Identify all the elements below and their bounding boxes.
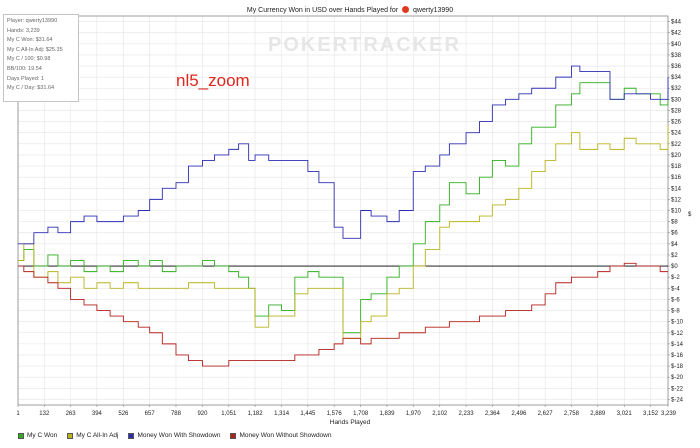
x-tick-label: 1,314: [274, 411, 290, 417]
y-tick-label: $36: [671, 64, 682, 70]
x-axis-label: Hands Played: [329, 419, 371, 426]
y-tick-label: $-22: [671, 386, 684, 392]
legend-item-won[interactable]: My C Won: [18, 432, 57, 439]
y-tick-label: $30: [671, 97, 682, 103]
y-axis-label: $: [688, 212, 692, 218]
x-tick-label: 2,233: [459, 411, 475, 417]
plot-area: $-24 $-22 $-20 $-18 $-16 $-14 $-12 $-10 $-8 $-6 $-…: [16, 15, 684, 417]
legend: My C Won My C All-In Adj Money Won With …: [18, 432, 341, 439]
y-tick-label: $-8: [671, 309, 680, 315]
y-tick-label: $-16: [671, 353, 684, 359]
y-tick-label: $-24: [671, 397, 684, 403]
y-tick-label: $-14: [671, 342, 684, 348]
stats-box: Player: qwerty13990 Hands: 3,239 My C Wo…: [3, 14, 79, 102]
x-tick-label: 2,496: [511, 411, 527, 417]
y-tick-label: $6: [671, 231, 678, 237]
x-tick-label: 1,708: [353, 411, 369, 417]
y-tick-label: $-12: [671, 331, 684, 337]
y-tick-label: $18: [671, 164, 682, 170]
x-tick-label: 920: [197, 411, 208, 417]
y-tick-label: $42: [671, 31, 682, 37]
x-tick-label: 788: [171, 411, 182, 417]
x-tick-label: 132: [39, 411, 50, 417]
stat-line: My C Won: $31.64: [7, 37, 53, 44]
legend-item-nonshowdown[interactable]: Money Won Without Showdown: [230, 432, 331, 439]
y-tick-label: $28: [671, 108, 682, 114]
stat-line: Hands: 3,239: [7, 27, 40, 34]
y-tick-label: $20: [671, 153, 682, 159]
legend-label: Money Won With Showdown: [137, 432, 221, 439]
x-tick-label: 3,239: [661, 411, 677, 417]
x-tick-label: 2,102: [432, 411, 448, 417]
y-tick-label: $32: [671, 86, 682, 92]
x-tick-label: 2,758: [564, 411, 580, 417]
x-tick-label: 1,839: [379, 411, 395, 417]
x-tick-label: 3,152: [643, 411, 659, 417]
legend-swatch: [18, 432, 24, 439]
x-tick-label: 657: [145, 411, 156, 417]
y-tick-label: $-4: [671, 286, 680, 292]
y-tick-label: $10: [671, 209, 682, 215]
y-tick-label: $4: [671, 242, 678, 248]
y-tick-label: $-20: [671, 375, 684, 381]
legend-label: My C Won: [27, 432, 58, 439]
x-tick-label: 1,182: [248, 411, 264, 417]
y-tick-label: $-6: [671, 297, 680, 303]
y-tick-label: $-10: [671, 320, 684, 326]
x-tick-label: 526: [118, 411, 129, 417]
x-tick-label: 2,889: [590, 411, 606, 417]
y-tick-label: $14: [671, 186, 682, 192]
x-tick-label: 1: [16, 411, 20, 417]
chart-annotation: nl5_zoom: [176, 71, 250, 90]
x-tick-label: 1,445: [300, 411, 316, 417]
y-tick-label: $38: [671, 53, 682, 59]
y-tick-label: $-18: [671, 364, 684, 370]
y-tick-label: $2: [671, 253, 678, 259]
legend-label: Money Won Without Showdown: [239, 432, 332, 439]
x-tick-label: 263: [66, 411, 77, 417]
x-tick-label: 2,627: [538, 411, 554, 417]
y-tick-label: $40: [671, 42, 682, 48]
x-tick-label: 2,364: [485, 411, 501, 417]
x-tick-label: 1,576: [327, 411, 343, 417]
stat-line: Days Played: 1: [7, 75, 44, 82]
y-tick-label: $22: [671, 142, 682, 148]
x-tick-label: 3,021: [617, 411, 633, 417]
y-tick-label: $-2: [671, 275, 680, 281]
y-tick-label: $8: [671, 220, 678, 226]
stat-line: My C All-In Adj: $25.35: [7, 46, 63, 53]
legend-swatch: [67, 432, 74, 439]
legend-swatch: [230, 432, 237, 439]
x-tick-label: 1,970: [406, 411, 422, 417]
x-tick-label: 1,051: [221, 411, 237, 417]
y-tick-label: $34: [671, 75, 682, 81]
y-tick-label: $44: [671, 20, 682, 26]
y-tick-label: $26: [671, 120, 682, 126]
legend-swatch: [128, 432, 135, 439]
stat-line: My C / Day: $31.64: [7, 85, 55, 92]
legend-item-showdown[interactable]: Money Won With Showdown: [128, 432, 220, 439]
stat-line: My C / 100: $0.98: [7, 56, 51, 63]
y-tick-label: $24: [671, 131, 682, 137]
x-tick-label: 394: [92, 411, 103, 417]
legend-label: My C All-In Adj: [76, 432, 119, 439]
stat-line: BB/100: 19.54: [7, 65, 42, 72]
y-tick-label: $16: [671, 175, 682, 181]
stat-line: Player: qwerty13990: [7, 18, 58, 24]
y-tick-label: $0: [671, 264, 678, 270]
y-tick-label: $12: [671, 197, 682, 203]
legend-item-allin[interactable]: My C All-In Adj: [67, 432, 118, 439]
